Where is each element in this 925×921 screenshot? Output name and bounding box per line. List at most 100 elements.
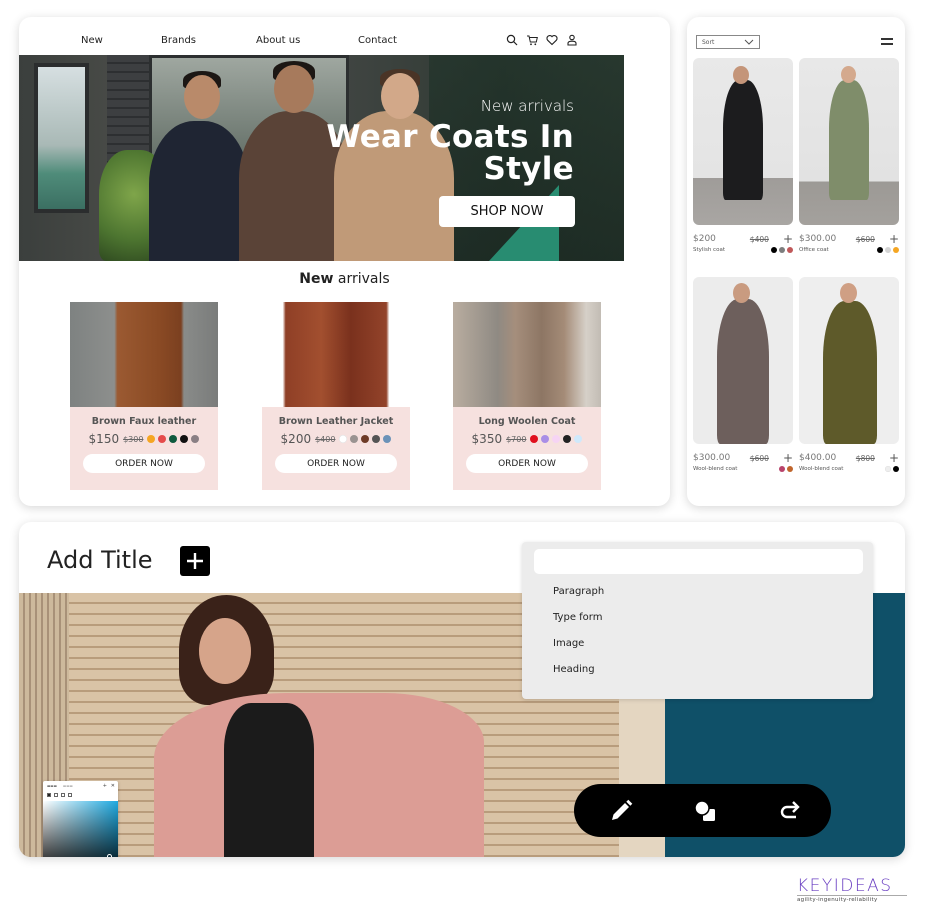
block-search-input[interactable] — [534, 549, 863, 574]
color-swatches — [779, 466, 793, 472]
pencil-icon[interactable] — [606, 796, 636, 826]
fill-mode-video[interactable] — [68, 793, 72, 797]
menu-item-paragraph[interactable]: Paragraph — [553, 586, 604, 597]
fill-mode-image[interactable] — [61, 793, 65, 797]
color-swatch[interactable] — [361, 435, 370, 443]
add-to-cart-plus-icon[interactable]: + — [783, 452, 793, 464]
brand-name: KEYIDEAS — [797, 876, 893, 896]
nav-link-new[interactable]: New — [81, 35, 103, 46]
fill-mode-buttons — [47, 793, 72, 797]
saturation-field[interactable] — [43, 801, 118, 857]
color-swatch[interactable] — [787, 466, 793, 472]
product-image[interactable] — [693, 58, 793, 225]
product-image[interactable] — [453, 302, 601, 407]
color-swatch[interactable] — [180, 435, 189, 443]
add-block-button[interactable] — [180, 546, 210, 576]
sort-dropdown[interactable]: Sort — [696, 35, 760, 49]
model-figure — [723, 80, 763, 200]
fill-mode-solid[interactable] — [47, 793, 51, 797]
add-to-cart-plus-icon[interactable]: + — [889, 233, 899, 245]
hero-model-face — [381, 73, 419, 119]
color-swatch[interactable] — [885, 466, 891, 472]
product-image[interactable] — [70, 302, 218, 407]
mobile-product-card: $300.00 $600 + Office coat — [799, 58, 899, 253]
color-swatch[interactable] — [574, 435, 583, 443]
color-swatch[interactable] — [563, 435, 572, 443]
color-swatches — [885, 466, 899, 472]
color-swatch[interactable] — [877, 247, 883, 253]
add-color-icon[interactable]: + — [103, 783, 107, 789]
sort-label: Sort — [702, 38, 715, 46]
menu-item-image[interactable]: Image — [553, 638, 584, 649]
product-name: Long Woolen Coat — [478, 416, 576, 427]
order-now-button[interactable]: ORDER NOW — [466, 454, 588, 473]
product-name: Office coat — [799, 247, 829, 253]
search-icon[interactable] — [506, 34, 518, 46]
menu-item-type-form[interactable]: Type form — [553, 612, 602, 623]
color-swatch[interactable] — [541, 435, 550, 443]
redo-icon[interactable] — [775, 796, 805, 826]
color-swatch[interactable] — [893, 466, 899, 472]
color-swatch[interactable] — [158, 435, 167, 443]
color-swatch[interactable] — [350, 435, 359, 443]
fill-mode-gradient[interactable] — [54, 793, 58, 797]
product-image[interactable] — [799, 58, 899, 225]
model-pink-coat — [154, 693, 484, 857]
color-swatch[interactable] — [169, 435, 178, 443]
close-icon[interactable]: ✕ — [111, 783, 115, 789]
color-swatch[interactable] — [771, 247, 777, 253]
product-price: $400.00 — [799, 453, 837, 463]
add-title-heading[interactable]: Add Title — [47, 546, 153, 574]
model-figure — [823, 301, 877, 444]
hero-photo-window — [34, 63, 89, 213]
hero-title: Wear Coats In Style — [326, 121, 574, 185]
color-swatch[interactable] — [893, 247, 899, 253]
nav-icon-group — [506, 34, 578, 46]
product-image[interactable] — [693, 277, 793, 444]
order-now-button[interactable]: ORDER NOW — [275, 454, 397, 473]
color-picker-panel: ▬▬▬▬▬▬ + ✕ ✎ 100% — [43, 781, 118, 857]
product-image[interactable] — [799, 277, 899, 444]
model-figure — [717, 299, 769, 444]
cart-icon[interactable] — [526, 34, 538, 46]
shop-now-button[interactable]: SHOP NOW — [439, 196, 575, 227]
color-swatch[interactable] — [339, 435, 348, 443]
hamburger-menu-icon[interactable] — [881, 38, 893, 46]
color-swatch[interactable] — [787, 247, 793, 253]
product-price: $300.00 — [799, 234, 837, 244]
product-old-price: $600 — [855, 234, 875, 244]
hero-model-face — [184, 75, 220, 119]
storefront-desktop-preview: New Brands About us Contact New arrivals… — [19, 17, 670, 506]
nav-link-brands[interactable]: Brands — [161, 35, 196, 46]
color-swatch[interactable] — [191, 435, 200, 443]
product-price: $300.00 — [693, 453, 731, 463]
hero-title-line: Style — [483, 151, 574, 187]
product-old-price: $400 — [315, 434, 336, 444]
keyideas-logo: KEYIDEAS agility-ingenuity-reliability — [797, 877, 907, 903]
color-swatch[interactable] — [530, 435, 539, 443]
menu-item-heading[interactable]: Heading — [553, 664, 595, 675]
product-image[interactable] — [262, 302, 410, 407]
color-swatch[interactable] — [885, 247, 891, 253]
color-knob[interactable] — [107, 854, 112, 857]
product-price-row: $150 $300 — [70, 432, 218, 446]
product-price: $200 — [693, 234, 716, 244]
product-price: $150 — [88, 432, 120, 446]
color-swatch[interactable] — [147, 435, 156, 443]
color-picker-tabs[interactable]: ▬▬▬ ▬▬▬ — [47, 784, 73, 788]
color-swatch[interactable] — [372, 435, 381, 443]
product-old-price: $600 — [749, 453, 769, 463]
add-to-cart-plus-icon[interactable]: + — [889, 452, 899, 464]
color-swatch[interactable] — [383, 435, 392, 443]
shapes-icon[interactable] — [690, 796, 720, 826]
color-swatch[interactable] — [552, 435, 561, 443]
color-swatch[interactable] — [779, 466, 785, 472]
color-swatch[interactable] — [779, 247, 785, 253]
user-icon[interactable] — [566, 34, 578, 46]
order-now-button[interactable]: ORDER NOW — [83, 454, 205, 473]
nav-link-about-us[interactable]: About us — [256, 35, 300, 46]
nav-link-contact[interactable]: Contact — [358, 35, 397, 46]
heart-icon[interactable] — [546, 34, 558, 46]
product-card: Long Woolen Coat $350 $700 ORDER NOW — [453, 302, 601, 490]
add-to-cart-plus-icon[interactable]: + — [783, 233, 793, 245]
